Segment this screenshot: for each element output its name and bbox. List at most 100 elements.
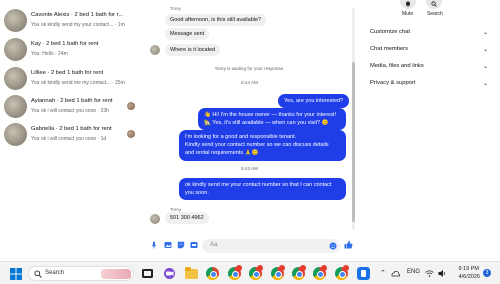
conversation-item[interactable]: Kay · 2 bed 1 bath for rent You: Hello ·…: [0, 38, 140, 62]
onedrive-icon[interactable]: [391, 269, 400, 278]
sender-name: Torey: [170, 6, 182, 11]
chrome-icon[interactable]: [228, 265, 242, 280]
conversation-name: Lilliee · 2 bed 1 bath for rent: [31, 70, 104, 76]
incoming-message[interactable]: Message sent: [165, 28, 210, 40]
conversation-item[interactable]: Cavonte Alexis · 2 bed 1 bath for r... Y…: [0, 9, 140, 33]
outgoing-message[interactable]: ok kindly send me your contact number so…: [179, 178, 346, 201]
search-icon: [431, 1, 437, 7]
sender-avatar: [150, 45, 160, 55]
bell-icon: [406, 1, 410, 7]
photo-icon[interactable]: [164, 241, 172, 249]
conversation-preview: You ok kindly send me my contact... · 25…: [31, 80, 125, 86]
chrome-icon[interactable]: [292, 265, 306, 280]
mute-label: Mute: [402, 11, 414, 17]
timestamp: 6:44 AM: [241, 80, 258, 85]
conversation-item[interactable]: Gabriella · 2 bed 1 bath for rent You ok…: [0, 123, 140, 147]
row-label: Customize chat: [370, 29, 410, 35]
search-button[interactable]: [426, 0, 442, 9]
search-highlight-image: [101, 269, 131, 279]
waiting-notice: Torey is waiting for your response.: [214, 66, 285, 71]
conversation-preview: You ok i will contact you soon · 1d: [31, 136, 107, 142]
message-input[interactable]: Aa: [202, 239, 340, 253]
chevron-up-icon[interactable]: ⌃: [380, 269, 386, 277]
meet-icon[interactable]: [163, 267, 176, 280]
notification-badge: [279, 265, 285, 271]
scrollbar-thumb[interactable]: [352, 62, 355, 222]
chrome-icon[interactable]: [206, 267, 219, 280]
taskbar-search[interactable]: Search: [28, 266, 134, 281]
sticker-icon[interactable]: [177, 241, 185, 249]
conversation-preview: You ok i will contact you soon · 23h: [31, 108, 109, 114]
sender-avatar: [150, 214, 160, 224]
wifi-icon[interactable]: [425, 269, 434, 278]
chevron-down-icon: ⌄: [482, 64, 488, 70]
volume-icon[interactable]: [438, 269, 447, 278]
message-line: and rental requirements 🙏😊: [185, 150, 259, 157]
file-explorer-icon[interactable]: [185, 267, 198, 280]
notification-badge: [300, 265, 306, 271]
notification-badge: [321, 265, 327, 271]
chevron-down-icon: ⌄: [482, 47, 488, 53]
outgoing-message[interactable]: 👋 Hi! I'm the house owner — thanks for y…: [198, 108, 346, 131]
media-files-links-row[interactable]: Media, files and links ⌄: [370, 63, 488, 73]
chrome-icon[interactable]: [271, 265, 285, 280]
privacy-support-row[interactable]: Privacy & support ⌄: [370, 80, 488, 90]
language-indicator[interactable]: ENG: [407, 269, 420, 275]
microphone-icon[interactable]: [150, 241, 158, 249]
notification-count-badge[interactable]: 3: [483, 269, 491, 277]
customize-chat-row[interactable]: Customize chat ⌄: [370, 29, 488, 39]
row-label: Chat members: [370, 46, 409, 52]
message-line: Kindly send your contact number so we ca…: [185, 142, 329, 149]
avatar: [4, 67, 27, 90]
chrome-icon[interactable]: [313, 265, 327, 280]
message-line: I'm looking for a good and responsible t…: [185, 134, 297, 140]
message-input-placeholder: Aa: [210, 242, 218, 248]
messenger-app: Cavonte Alexis · 2 bed 1 bath for r... Y…: [0, 0, 500, 261]
conversation-name: Gabriella · 2 bed 1 bath for rent: [31, 126, 112, 132]
seen-avatar: [127, 102, 135, 110]
row-label: Privacy & support: [370, 80, 416, 86]
chat-members-row[interactable]: Chat members ⌄: [370, 46, 488, 56]
notification-badge: [236, 265, 242, 271]
chrome-icon[interactable]: [335, 265, 349, 280]
conversation-item[interactable]: Lilliee · 2 bed 1 bath for rent You ok k…: [0, 67, 140, 91]
notification-badge: [343, 265, 349, 271]
incoming-message[interactable]: Where is it located: [165, 44, 221, 56]
chrome-icon[interactable]: [249, 265, 263, 280]
avatar: [4, 9, 27, 32]
conversation-details-panel: Mute Search Customize chat ⌄ Chat member…: [360, 0, 500, 261]
message-line: ok kindly send me your contact number so…: [185, 182, 332, 188]
avatar: [4, 95, 27, 118]
outgoing-message[interactable]: I'm looking for a good and responsible t…: [179, 130, 346, 161]
like-icon[interactable]: [344, 240, 353, 249]
taskbar-search-label: Search: [45, 270, 65, 276]
store-icon[interactable]: [357, 267, 370, 280]
conversation-name: Cavonte Alexis · 2 bed 1 bath for r...: [31, 12, 124, 18]
message-composer: Aa: [144, 236, 355, 256]
taskbar: Search ⌃ ENG 9:19 PM 4/6/2026 3: [0, 261, 500, 284]
chat-panel: Torey Good afternoon, is this still avai…: [144, 0, 355, 261]
clock-time[interactable]: 9:19 PM: [455, 266, 479, 272]
conversation-item[interactable]: Ayiannah · 2 bed 1 bath for rent You ok …: [0, 95, 140, 119]
search-label: Search: [427, 11, 443, 17]
windows-start-icon[interactable]: [10, 268, 22, 280]
avatar: [4, 123, 27, 146]
row-label: Media, files and links: [370, 63, 424, 69]
message-line: you soon.: [185, 190, 209, 197]
conversation-preview: You: Hello · 24m: [31, 51, 68, 57]
message-line: 👋 Hi! I'm the house owner — thanks for y…: [204, 112, 337, 118]
clock-date[interactable]: 4/6/2026: [452, 274, 480, 280]
conversation-preview: You ok kindly send my your contact... · …: [31, 22, 125, 28]
avatar: [4, 38, 27, 61]
mute-button[interactable]: [400, 0, 416, 9]
incoming-message[interactable]: Good afternoon, is this still available?: [165, 14, 267, 26]
task-view-icon[interactable]: [141, 267, 154, 280]
gif-icon[interactable]: [190, 241, 198, 249]
message-line: 🏡 Yes, it's still available — when can y…: [204, 120, 329, 127]
timestamp: 8:43 AM: [241, 166, 258, 171]
chevron-down-icon: ⌄: [482, 30, 488, 36]
outgoing-message[interactable]: Yes, are you interested?: [278, 94, 350, 109]
conversation-list: Cavonte Alexis · 2 bed 1 bath for r... Y…: [0, 0, 140, 261]
emoji-icon[interactable]: [329, 242, 337, 250]
incoming-message[interactable]: 501 300 4962: [165, 212, 209, 224]
